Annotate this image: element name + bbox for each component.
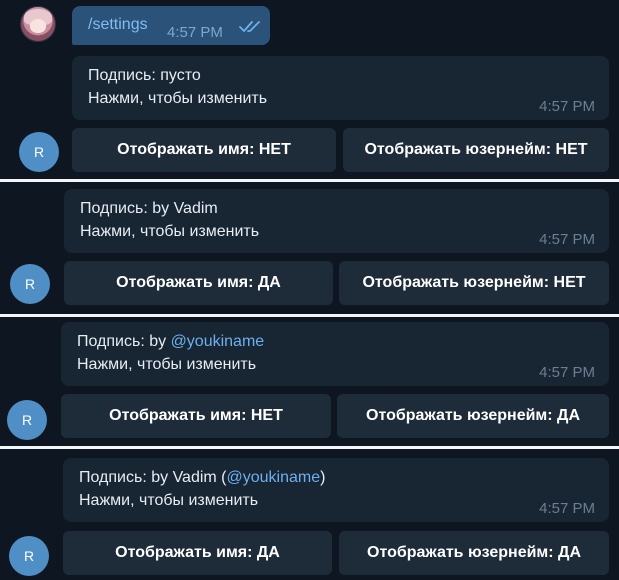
bot-avatar[interactable]: R: [19, 132, 59, 172]
bot-avatar[interactable]: R: [9, 536, 49, 576]
toggle-show-username-button[interactable]: Отображать юзернейм: НЕТ: [343, 128, 609, 172]
signature-label: Подпись:: [80, 200, 148, 217]
message-time: 4:57 PM: [539, 231, 595, 248]
outgoing-command-bubble[interactable]: /settings 4:57 PM: [72, 6, 270, 45]
username-link[interactable]: @youkiname: [227, 469, 321, 486]
message-time: 4:57 PM: [539, 98, 595, 115]
signature-value: пусто: [160, 67, 201, 84]
settings-message-bubble: Подпись: by Vadim (@youkiname) Нажми, чт…: [63, 458, 609, 522]
tap-hint: Нажми, чтобы изменить: [80, 223, 260, 240]
command-text: /settings: [88, 16, 148, 33]
signature-label: Подпись:: [88, 67, 156, 84]
toggle-show-name-button[interactable]: Отображать имя: НЕТ: [72, 128, 336, 172]
toggle-show-username-button[interactable]: Отображать юзернейм: ДА: [337, 394, 609, 438]
toggle-show-name-button[interactable]: Отображать имя: ДА: [63, 531, 332, 575]
signature-suffix: ): [320, 469, 326, 486]
chat-panel-1: /settings 4:57 PM Подпись: пусто Нажми, …: [0, 0, 619, 180]
message-time: 4:57 PM: [539, 364, 595, 381]
user-avatar[interactable]: [20, 6, 56, 42]
avatar-face: [30, 19, 46, 33]
signature-line: Подпись: by Vadim: [80, 200, 218, 218]
signature-prefix: by Vadim (: [151, 469, 227, 486]
chat-panel-2: Подпись: by Vadim Нажми, чтобы изменить …: [0, 182, 619, 314]
signature-line: Подпись: by Vadim (@youkiname): [79, 469, 325, 487]
settings-message-bubble: Подпись: by Vadim Нажми, чтобы изменить …: [64, 189, 609, 253]
settings-message-bubble: Подпись: by @youkiname Нажми, чтобы изме…: [61, 322, 609, 386]
signature-label: Подпись:: [77, 333, 145, 350]
signature-line: Подпись: пусто: [88, 67, 201, 85]
signature-prefix: by: [149, 333, 171, 350]
toggle-show-username-button[interactable]: Отображать юзернейм: НЕТ: [339, 261, 609, 305]
chat-panel-4: Подпись: by Vadim (@youkiname) Нажми, чт…: [0, 449, 619, 580]
double-check-icon: [239, 21, 260, 32]
tap-hint: Нажми, чтобы изменить: [79, 492, 259, 509]
chat-panel-3: Подпись: by @youkiname Нажми, чтобы изме…: [0, 317, 619, 447]
toggle-show-name-button[interactable]: Отображать имя: ДА: [64, 261, 333, 305]
settings-message-bubble: Подпись: пусто Нажми, чтобы изменить 4:5…: [72, 56, 609, 120]
tap-hint: Нажми, чтобы изменить: [77, 356, 257, 373]
signature-label: Подпись:: [79, 469, 147, 486]
message-time: 4:57 PM: [539, 500, 595, 517]
signature-line: Подпись: by @youkiname: [77, 333, 264, 351]
bot-avatar[interactable]: R: [10, 264, 50, 304]
tap-hint: Нажми, чтобы изменить: [88, 90, 268, 107]
username-link[interactable]: @youkiname: [171, 333, 265, 350]
signature-value: by Vadim: [152, 200, 218, 217]
toggle-show-name-button[interactable]: Отображать имя: НЕТ: [61, 394, 331, 438]
toggle-show-username-button[interactable]: Отображать юзернейм: ДА: [339, 531, 609, 575]
message-time: 4:57 PM: [167, 24, 223, 41]
chat-screenshot-collage: /settings 4:57 PM Подпись: пусто Нажми, …: [0, 0, 619, 580]
bot-avatar[interactable]: R: [7, 400, 47, 440]
